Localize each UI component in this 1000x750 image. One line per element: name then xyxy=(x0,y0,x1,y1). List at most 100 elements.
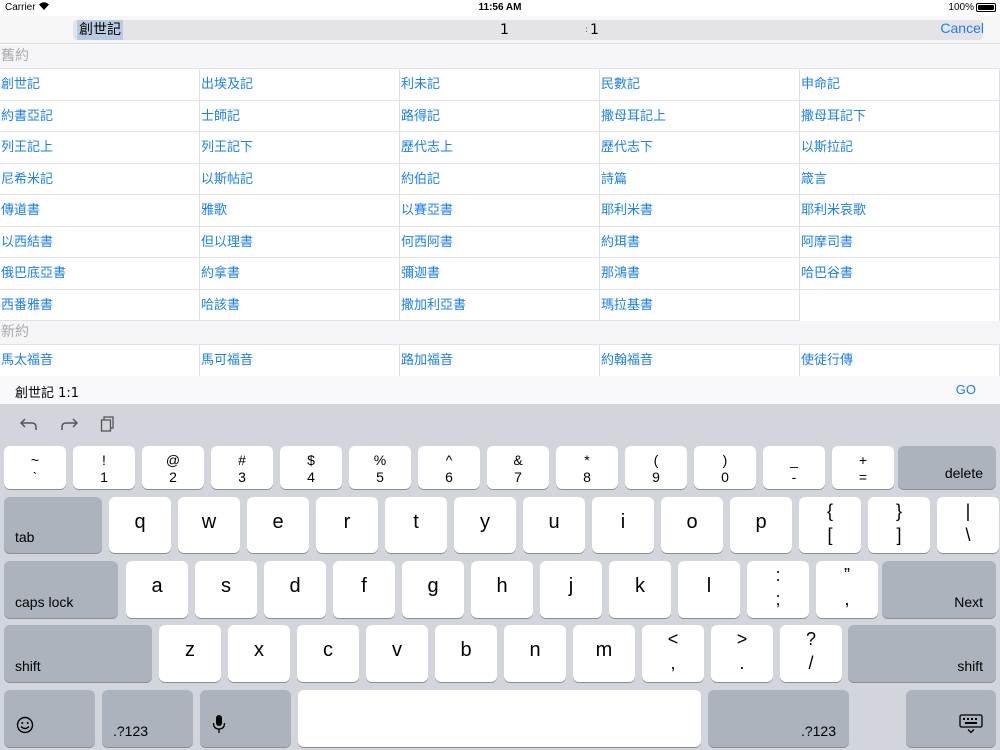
key-letter[interactable]: k xyxy=(609,561,671,618)
tab-key[interactable]: tab xyxy=(4,497,102,553)
book-cell[interactable]: 馬可福音 xyxy=(200,345,400,376)
numbers-key-right[interactable]: .?123 xyxy=(708,690,849,747)
book-cell[interactable]: 耶利米書 xyxy=(600,195,800,227)
book-cell[interactable]: 何西阿書 xyxy=(400,226,600,258)
book-cell[interactable]: 約書亞記 xyxy=(0,100,200,132)
book-cell[interactable]: 箴言 xyxy=(800,163,1000,195)
key-letter[interactable]: w xyxy=(178,497,240,553)
key-letter[interactable]: z xyxy=(159,625,221,682)
book-cell[interactable]: 民數記 xyxy=(600,69,800,101)
book-cell[interactable]: 以斯帖記 xyxy=(200,163,400,195)
book-cell[interactable]: 哈該書 xyxy=(200,289,400,321)
book-cell[interactable]: 撒母耳記上 xyxy=(600,100,800,132)
book-cell[interactable]: 馬太福音 xyxy=(0,345,200,376)
key-symbol[interactable]: <, xyxy=(642,625,704,682)
paste-icon[interactable] xyxy=(100,416,120,432)
key-letter[interactable]: e xyxy=(247,497,309,553)
undo-icon[interactable] xyxy=(19,416,40,432)
key-letter[interactable]: f xyxy=(333,561,395,618)
book-cell[interactable]: 瑪拉基書 xyxy=(600,289,800,321)
book-cell[interactable]: 俄巴底亞書 xyxy=(0,258,200,290)
key-number-8[interactable]: * 8 xyxy=(556,446,618,489)
book-cell[interactable]: 路得記 xyxy=(400,100,600,132)
key-symbol[interactable]: | \ xyxy=(937,497,999,553)
go-button[interactable]: GO xyxy=(956,382,976,397)
cancel-button[interactable]: Cancel xyxy=(940,20,984,36)
reference-search-field[interactable]: 創世記 1 : 1 xyxy=(73,20,983,40)
book-cell[interactable]: 約翰福音 xyxy=(600,345,800,376)
book-cell[interactable]: 使徒行傳 xyxy=(800,345,1000,376)
numbers-key-left[interactable]: .?123 xyxy=(102,690,193,747)
key-letter[interactable]: c xyxy=(297,625,359,682)
book-cell[interactable]: 申命記 xyxy=(800,69,1000,101)
key-letter[interactable]: j xyxy=(540,561,602,618)
key-letter[interactable]: h xyxy=(471,561,533,618)
book-cell[interactable]: 以賽亞書 xyxy=(400,195,600,227)
key-number-7[interactable]: & 7 xyxy=(487,446,549,489)
book-cell[interactable]: 以斯拉記 xyxy=(800,132,1000,164)
book-cell[interactable]: 列王記上 xyxy=(0,132,200,164)
key-number-4[interactable]: $4 xyxy=(280,446,342,489)
key-letter[interactable]: v xyxy=(366,625,428,682)
book-cell[interactable]: 阿摩司書 xyxy=(800,226,1000,258)
book-cell[interactable]: 尼希米記 xyxy=(0,163,200,195)
caps-lock-key[interactable]: caps lock xyxy=(4,561,118,618)
book-cell[interactable]: 但以理書 xyxy=(200,226,400,258)
key-number-5[interactable]: % 5 xyxy=(349,446,411,489)
book-cell[interactable]: 傳道書 xyxy=(0,195,200,227)
key-symbol[interactable]: {[ xyxy=(799,497,861,553)
hide-keyboard-key[interactable] xyxy=(906,690,996,747)
dictation-key[interactable] xyxy=(200,690,291,747)
book-cell[interactable]: 以西結書 xyxy=(0,226,200,258)
key-letter[interactable]: p xyxy=(730,497,792,553)
key-number-3[interactable]: #3 xyxy=(211,446,273,489)
key-number-9[interactable]: (9 xyxy=(625,446,687,489)
key-number-0[interactable]: ~ ` xyxy=(4,446,66,489)
key-letter[interactable]: r xyxy=(316,497,378,553)
key-letter[interactable]: o xyxy=(661,497,723,553)
key-number-12[interactable]: + = xyxy=(832,446,894,489)
key-symbol[interactable]: :; xyxy=(747,561,809,618)
book-cell[interactable]: 歷代志下 xyxy=(600,132,800,164)
key-symbol[interactable]: ”, xyxy=(816,561,878,618)
book-cell[interactable]: 哈巴谷書 xyxy=(800,258,1000,290)
book-cell[interactable]: 士師記 xyxy=(200,100,400,132)
book-cell[interactable]: 彌迦書 xyxy=(400,258,600,290)
book-cell[interactable]: 撒母耳記下 xyxy=(800,100,1000,132)
book-cell[interactable]: 西番雅書 xyxy=(0,289,200,321)
key-number-11[interactable]: _ - xyxy=(763,446,825,489)
key-letter[interactable]: i xyxy=(592,497,654,553)
key-symbol[interactable]: ? / xyxy=(780,625,842,682)
book-cell[interactable]: 出埃及記 xyxy=(200,69,400,101)
key-letter[interactable]: b xyxy=(435,625,497,682)
book-cell[interactable]: 詩篇 xyxy=(600,163,800,195)
key-letter[interactable]: a xyxy=(126,561,188,618)
book-cell[interactable]: 那鴻書 xyxy=(600,258,800,290)
book-cell[interactable]: 創世記 xyxy=(0,69,200,101)
key-symbol[interactable]: >. xyxy=(711,625,773,682)
book-cell[interactable]: 歷代志上 xyxy=(400,132,600,164)
shift-left-key[interactable]: shift xyxy=(4,625,152,682)
book-cell[interactable]: 約伯記 xyxy=(400,163,600,195)
key-letter[interactable]: u xyxy=(523,497,585,553)
key-letter[interactable]: n xyxy=(504,625,566,682)
book-cell[interactable]: 列王記下 xyxy=(200,132,400,164)
delete-key[interactable]: delete xyxy=(898,446,996,489)
redo-icon[interactable] xyxy=(60,416,80,432)
key-symbol[interactable]: }] xyxy=(868,497,930,553)
book-list[interactable]: 舊約 創世記 出埃及記 利未記 民數記 申命記 約書亞記 士師記 路得記 撒母耳記上 撒母耳記下列… xyxy=(0,45,1000,376)
book-cell[interactable]: 約拿書 xyxy=(200,258,400,290)
key-number-1[interactable]: ! 1 xyxy=(73,446,135,489)
shift-right-key[interactable]: shift xyxy=(848,625,996,682)
book-cell[interactable]: 路加福音 xyxy=(400,345,600,376)
key-number-2[interactable]: @2 xyxy=(142,446,204,489)
key-letter[interactable]: l xyxy=(678,561,740,618)
key-letter[interactable]: s xyxy=(195,561,257,618)
key-letter[interactable]: m xyxy=(573,625,635,682)
key-letter[interactable]: t xyxy=(385,497,447,553)
emoji-key[interactable] xyxy=(4,690,95,747)
key-letter[interactable]: x xyxy=(228,625,290,682)
key-number-10[interactable]: ) 0 xyxy=(694,446,756,489)
next-key[interactable]: Next xyxy=(882,561,996,618)
book-cell[interactable]: 撒加利亞書 xyxy=(400,289,600,321)
